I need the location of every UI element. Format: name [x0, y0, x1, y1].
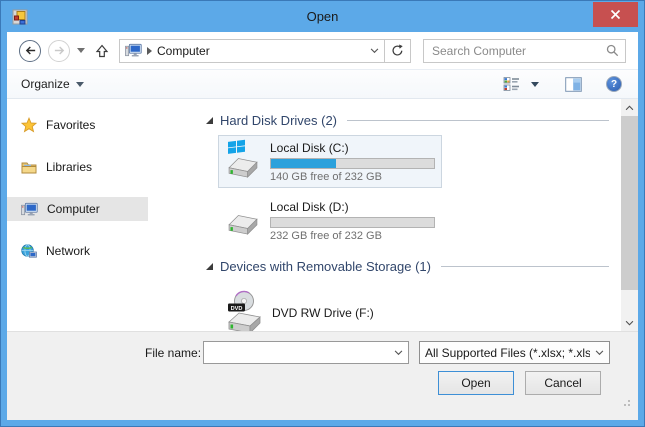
recent-locations-dropdown[interactable]	[77, 48, 85, 53]
navigation-bar: Computer	[7, 32, 638, 69]
group-title: Hard Disk Drives (2)	[220, 113, 337, 128]
close-icon	[610, 9, 621, 20]
forward-button[interactable]	[48, 40, 70, 62]
change-view-button[interactable]	[501, 74, 522, 94]
help-button[interactable]: ?	[604, 74, 624, 94]
free-space-text: 140 GB free of 232 GB	[270, 171, 435, 183]
help-icon: ?	[606, 76, 622, 92]
drive-tile-local-disk-d[interactable]: Local Disk (D:) 232 GB free of 232 GB	[218, 194, 442, 247]
views-icon	[503, 76, 520, 92]
breadcrumb-item-computer[interactable]: Computer	[157, 44, 210, 58]
file-type-dropdown-button[interactable]	[590, 350, 609, 356]
sidebar-item-computer[interactable]: Computer	[7, 197, 148, 221]
close-button[interactable]	[593, 2, 638, 27]
group-title: Devices with Removable Storage (1)	[220, 259, 431, 274]
collapse-triangle-icon	[206, 117, 213, 124]
command-toolbar: Organize	[7, 69, 638, 99]
network-icon	[21, 244, 37, 259]
scrollbar-thumb[interactable]	[621, 116, 638, 290]
dialog-client-area: Computer	[7, 32, 638, 420]
file-name-input[interactable]	[204, 342, 389, 363]
open-dialog-window: Open	[0, 0, 645, 427]
star-icon	[21, 117, 37, 133]
chevron-down-icon	[370, 48, 379, 54]
vertical-scrollbar[interactable]	[621, 99, 638, 331]
libraries-folder-icon	[21, 160, 37, 174]
sidebar-item-label: Favorites	[46, 118, 95, 132]
navigation-pane: Favorites Libraries	[7, 99, 148, 331]
search-box	[423, 39, 626, 63]
drive-name: DVD RW Drive (F:)	[272, 306, 435, 320]
dialog-footer: File name: All Supported Files (*.xlsx; …	[7, 331, 638, 420]
file-name-dropdown-button[interactable]	[389, 342, 408, 363]
forward-arrow-icon	[53, 44, 66, 57]
organize-menu-button[interactable]: Organize	[21, 77, 84, 91]
dialog-body: Favorites Libraries	[7, 99, 638, 331]
cancel-button[interactable]: Cancel	[525, 371, 601, 395]
scroll-down-button[interactable]	[621, 314, 638, 331]
dvd-label-text: DVD	[231, 306, 243, 312]
preview-pane-icon	[565, 77, 582, 92]
group-header-removable-storage[interactable]: Devices with Removable Storage (1)	[206, 257, 615, 275]
file-type-select[interactable]: All Supported Files (*.xlsx; *.xlsn	[419, 341, 610, 364]
window-title: Open	[1, 9, 644, 24]
change-view-dropdown[interactable]	[529, 80, 541, 89]
breadcrumb[interactable]: Computer	[120, 40, 364, 62]
chevron-down-icon	[394, 350, 403, 356]
drive-name: Local Disk (C:)	[270, 141, 435, 155]
sidebar-item-libraries[interactable]: Libraries	[7, 155, 148, 179]
group-header-hard-disk-drives[interactable]: Hard Disk Drives (2)	[206, 111, 615, 129]
scrollbar-track[interactable]	[621, 116, 638, 314]
chevron-up-icon	[625, 105, 634, 111]
chevron-down-icon	[76, 82, 84, 87]
preview-pane-button[interactable]	[563, 75, 584, 94]
free-space-text: 232 GB free of 232 GB	[270, 230, 435, 242]
search-button[interactable]	[599, 44, 625, 57]
up-one-level-button[interactable]	[95, 44, 109, 58]
disk-usage-bar	[270, 158, 435, 169]
back-button[interactable]	[19, 40, 41, 62]
group-header-line	[347, 120, 609, 121]
open-button[interactable]: Open	[438, 371, 514, 395]
disk-usage-bar	[270, 217, 435, 228]
resize-grip[interactable]	[621, 397, 630, 406]
disk-usage-fill	[271, 159, 336, 168]
chevron-down-icon	[595, 350, 604, 356]
app-icon	[11, 8, 29, 26]
file-name-label: File name:	[145, 346, 203, 360]
chevron-down-icon	[625, 320, 634, 326]
back-arrow-icon	[24, 44, 37, 57]
address-dropdown-button[interactable]	[364, 40, 384, 62]
file-name-combo	[203, 341, 409, 364]
refresh-button[interactable]	[385, 40, 410, 62]
sidebar-item-favorites[interactable]: Favorites	[7, 113, 148, 137]
drive-tile-dvd-rw-f[interactable]: DVD DVD RW Drive (F:)	[218, 285, 442, 331]
sidebar-item-label: Libraries	[46, 160, 92, 174]
up-arrow-icon	[95, 44, 109, 58]
sidebar-item-label: Computer	[47, 202, 100, 216]
collapse-triangle-icon	[206, 263, 213, 270]
group-header-line	[441, 266, 609, 267]
search-input[interactable]	[424, 44, 599, 58]
computer-icon	[125, 43, 142, 58]
file-type-value: All Supported Files (*.xlsx; *.xlsn	[420, 346, 590, 360]
title-bar[interactable]: Open	[1, 1, 644, 32]
items-view: Hard Disk Drives (2)	[148, 99, 621, 331]
organize-label: Organize	[21, 77, 70, 91]
breadcrumb-separator-icon	[147, 47, 152, 55]
drive-tile-local-disk-c[interactable]: Local Disk (C:) 140 GB free of 232 GB	[218, 135, 442, 188]
refresh-icon	[391, 44, 404, 57]
scroll-up-button[interactable]	[621, 99, 638, 116]
hard-disk-icon	[225, 209, 261, 235]
sidebar-item-label: Network	[46, 244, 90, 258]
drive-name: Local Disk (D:)	[270, 200, 435, 214]
address-bar: Computer	[119, 39, 411, 63]
chevron-down-icon	[531, 82, 539, 87]
computer-icon	[21, 202, 38, 217]
search-icon	[606, 44, 619, 57]
sidebar-item-network[interactable]: Network	[7, 239, 148, 263]
dvd-drive-icon: DVD	[225, 290, 263, 331]
hard-disk-windows-icon	[225, 152, 261, 178]
